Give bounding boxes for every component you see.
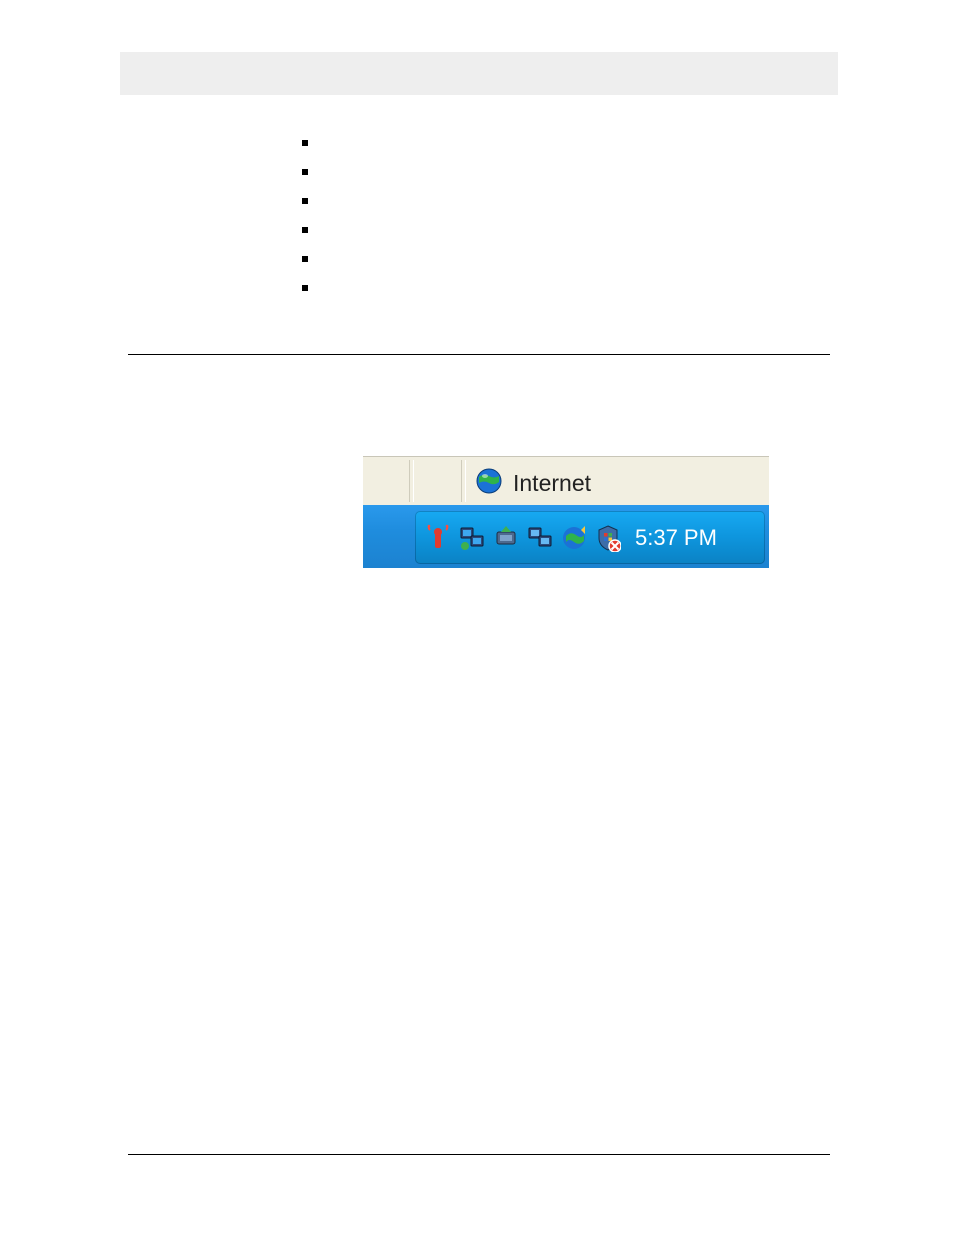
windows-taskbar: 5:37 PM	[363, 505, 769, 568]
list-bullet	[302, 256, 308, 262]
list-bullet	[302, 198, 308, 204]
document-page: Internet	[0, 0, 954, 1235]
horizontal-rule	[128, 1154, 830, 1155]
header-background	[120, 52, 838, 95]
windows-update-icon[interactable]	[561, 524, 587, 552]
network-connection-icon[interactable]	[459, 524, 485, 552]
internet-zone-icon	[475, 467, 503, 495]
statusbar-divider	[409, 460, 414, 502]
honeypoint-agent-icon[interactable]	[425, 524, 451, 552]
system-tray: 5:37 PM	[415, 511, 765, 564]
internet-zone-label: Internet	[513, 470, 591, 497]
list-bullet	[302, 169, 308, 175]
statusbar-divider	[461, 460, 466, 502]
list-bullet	[302, 140, 308, 146]
network-connection-2-icon[interactable]	[527, 524, 553, 552]
safely-remove-hardware-icon[interactable]	[493, 524, 519, 552]
horizontal-rule	[128, 354, 830, 355]
taskbar-screenshot: Internet	[363, 456, 769, 569]
list-bullet	[302, 285, 308, 291]
ie-statusbar: Internet	[363, 456, 769, 505]
list-bullet	[302, 227, 308, 233]
windows-security-alert-icon[interactable]	[595, 524, 621, 552]
taskbar-clock[interactable]: 5:37 PM	[635, 525, 717, 551]
bullet-list	[302, 140, 308, 314]
